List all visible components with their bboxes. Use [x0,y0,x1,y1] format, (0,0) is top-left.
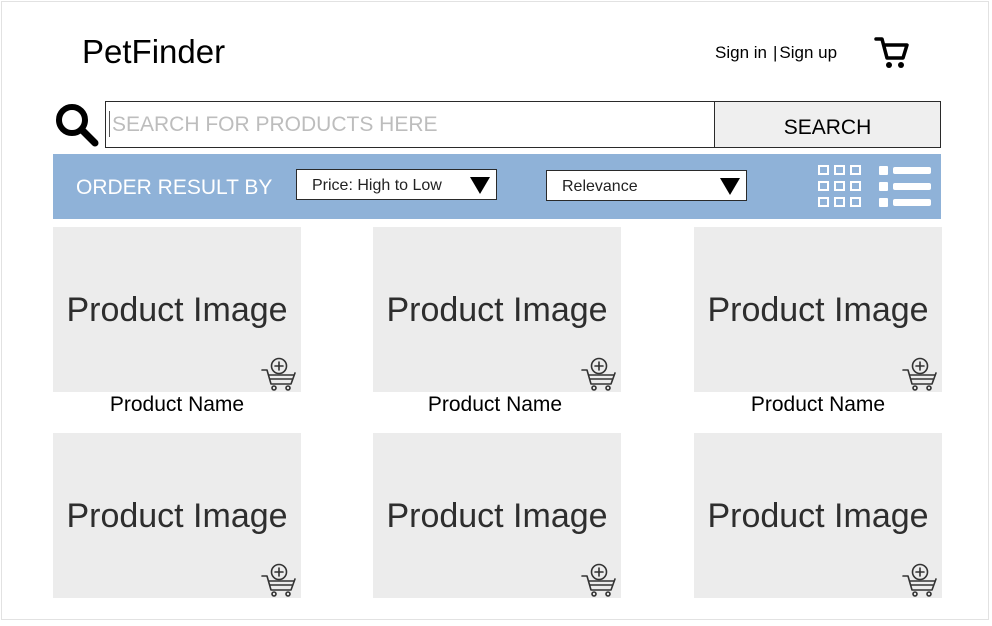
sign-up-link[interactable]: Sign up [779,43,837,62]
add-to-cart-icon[interactable] [902,356,940,392]
list-view-icon[interactable] [879,166,933,210]
product-card[interactable]: Product Image [53,227,301,392]
product-image-placeholder: Product Image [707,497,929,535]
price-sort-dropdown[interactable]: Price: High to Low [296,169,497,200]
sort-toolbar: ORDER RESULT BY Price: High to Low Relev… [53,154,941,219]
product-name[interactable]: Product Name [53,393,301,417]
product-image-placeholder: Product Image [707,291,929,329]
search-input[interactable] [105,101,715,148]
product-name[interactable]: Product Name [694,393,942,417]
relevance-sort-dropdown[interactable]: Relevance [546,170,747,201]
product-image-placeholder: Product Image [66,497,288,535]
cart-icon[interactable] [874,34,910,70]
add-to-cart-icon[interactable] [902,562,940,598]
product-image-placeholder: Product Image [66,291,288,329]
search-icon[interactable] [54,102,100,148]
product-card[interactable]: Product Image [694,433,942,598]
add-to-cart-icon[interactable] [581,356,619,392]
add-to-cart-icon[interactable] [261,356,299,392]
product-image-placeholder: Product Image [386,497,608,535]
add-to-cart-icon[interactable] [581,562,619,598]
product-image-placeholder: Product Image [386,291,608,329]
dropdown-arrow-icon [720,178,740,195]
grid-view-icon[interactable] [817,164,863,210]
product-card[interactable]: Product Image [373,227,621,392]
product-name[interactable]: Product Name [371,393,619,417]
relevance-sort-value: Relevance [562,178,638,195]
product-card[interactable]: Product Image [373,433,621,598]
logo[interactable]: PetFinder [82,32,225,72]
search-cursor [109,111,110,137]
product-card[interactable]: Product Image [53,433,301,598]
order-result-label: ORDER RESULT BY [76,176,273,199]
product-card[interactable]: Product Image [694,227,942,392]
sign-in-link[interactable]: Sign in [715,43,767,62]
price-sort-value: Price: High to Low [312,177,442,194]
auth-links: Sign in | Sign up [715,42,837,64]
search-button[interactable]: SEARCH [714,101,941,148]
auth-separator: | [772,43,778,62]
add-to-cart-icon[interactable] [261,562,299,598]
dropdown-arrow-icon [470,177,490,194]
